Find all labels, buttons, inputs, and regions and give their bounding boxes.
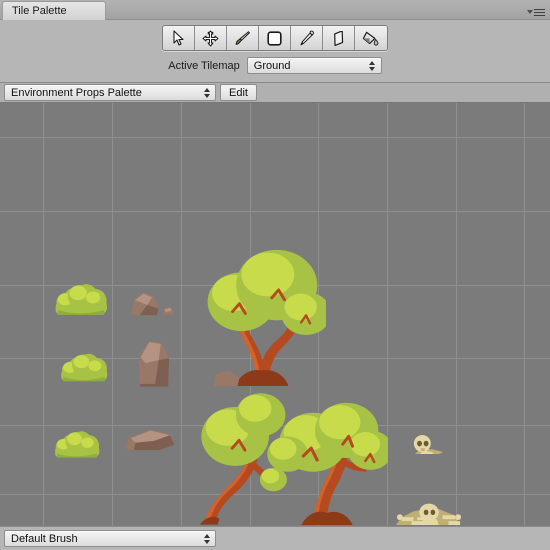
tool-button-row — [162, 25, 388, 51]
tile-palette-canvas[interactable] — [0, 103, 550, 526]
updown-arrows-icon — [368, 59, 377, 72]
status-bar: Default Brush — [0, 526, 550, 550]
bush-medium-tile[interactable] — [58, 343, 110, 385]
active-tilemap-label: Active Tilemap — [168, 59, 240, 72]
rock-pair-tile[interactable] — [128, 286, 176, 318]
tile-palette-window: Tile Palette Active Tilemap Ground Envir… — [0, 0, 550, 550]
picker-tool[interactable] — [291, 26, 323, 50]
active-tilemap-row: Active Tilemap Ground — [168, 57, 382, 74]
edit-button[interactable]: Edit — [220, 84, 257, 101]
grid-line-horizontal — [0, 211, 550, 212]
window-tab-strip: Tile Palette — [0, 0, 550, 20]
select-tool[interactable] — [163, 26, 195, 50]
tab-label: Tile Palette — [12, 5, 67, 17]
brush-value: Default Brush — [11, 532, 78, 545]
tree-wide-tile[interactable] — [262, 393, 393, 525]
paint-tool[interactable] — [227, 26, 259, 50]
box-fill-tool[interactable] — [259, 26, 291, 50]
palette-bar: Environment Props Palette Edit — [0, 83, 550, 103]
grid-line-vertical — [181, 103, 182, 526]
palette-dropdown[interactable]: Environment Props Palette — [4, 84, 216, 101]
rock-flat-tile[interactable] — [122, 426, 177, 452]
grid-line-horizontal — [0, 137, 550, 138]
palette-value: Environment Props Palette — [11, 86, 142, 99]
brush-dropdown[interactable]: Default Brush — [4, 530, 216, 547]
menu-bars — [534, 8, 545, 16]
grid-line-vertical — [456, 103, 457, 526]
grid-line-vertical — [43, 103, 44, 526]
bush-small-tile[interactable] — [52, 273, 110, 318]
erase-tool[interactable] — [323, 26, 355, 50]
tool-panel: Active Tilemap Ground — [0, 20, 550, 83]
fill-tool[interactable] — [355, 26, 387, 50]
active-tilemap-value: Ground — [253, 59, 291, 72]
updown-arrows-icon — [202, 86, 211, 99]
bush-tiny-tile[interactable] — [52, 421, 102, 461]
updown-arrows-icon — [202, 532, 211, 545]
skull-small-tile[interactable] — [411, 433, 445, 456]
active-tilemap-dropdown[interactable]: Ground — [246, 57, 382, 74]
tree-large-tile[interactable] — [196, 241, 331, 386]
move-tool[interactable] — [195, 26, 227, 50]
grid-line-vertical — [524, 103, 525, 526]
edit-button-label: Edit — [229, 86, 248, 99]
tab-tile-palette[interactable]: Tile Palette — [2, 1, 106, 20]
chevron-down-icon — [527, 10, 533, 14]
rock-boulder-tile[interactable] — [136, 337, 172, 389]
bone-pile-tile[interactable] — [394, 488, 464, 526]
grid-line-vertical — [112, 103, 113, 526]
hamburger-menu-icon[interactable] — [527, 5, 545, 16]
